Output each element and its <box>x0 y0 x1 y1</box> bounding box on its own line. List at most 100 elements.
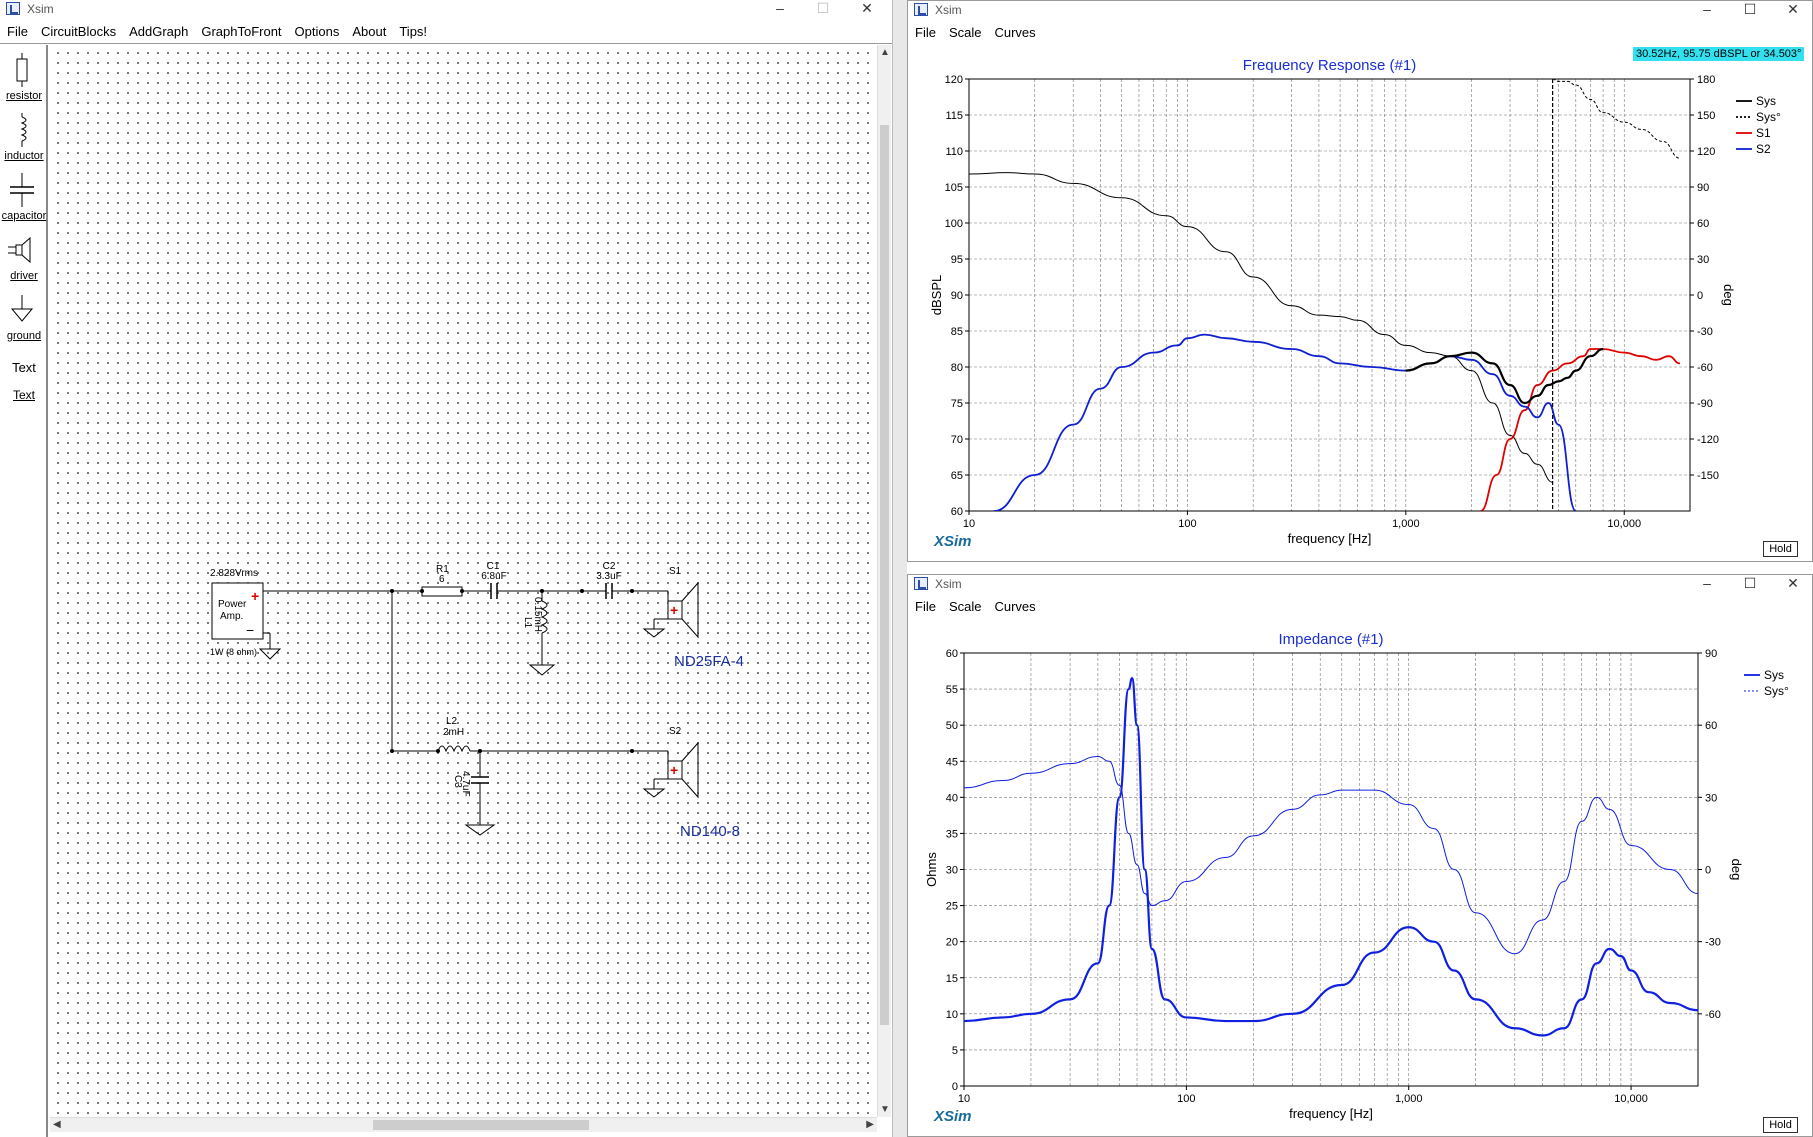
y-tick-label: 50 <box>946 720 958 732</box>
series-line-s1 <box>1480 348 1681 511</box>
y2-axis-label: deg <box>1729 859 1744 881</box>
frequency-response-plot[interactable]: Frequency Response (#1)12011511010510095… <box>908 1 1813 562</box>
y-tick-label: 70 <box>951 434 963 446</box>
y2-tick-label: 180 <box>1697 74 1715 86</box>
x-tick-label: 10 <box>963 518 975 530</box>
legend-label: S2 <box>1756 142 1771 156</box>
tool-label: Text <box>12 388 35 402</box>
series-line-sys <box>964 677 1698 1037</box>
y2-tick-label: 30 <box>1697 254 1709 266</box>
c3-value: 4.7uF <box>460 771 471 797</box>
source-label-power: Power <box>218 599 247 610</box>
x-tick-label: 1,000 <box>1395 1093 1423 1105</box>
menu-file[interactable]: File <box>0 22 34 39</box>
y2-tick-label: 90 <box>1705 648 1717 660</box>
y-axis-label: Ohms <box>924 852 939 887</box>
tool-ground[interactable]: ground <box>0 293 48 342</box>
amp-minus: − <box>246 622 254 638</box>
menu-circuitblocks[interactable]: CircuitBlocks <box>34 22 122 39</box>
scroll-left-icon[interactable]: ◀ <box>53 1119 61 1130</box>
maximize-icon[interactable]: ☐ <box>803 0 843 18</box>
source-power-label: 1W (8 ohm) <box>210 647 257 657</box>
tool-label: capacitor <box>1 210 47 222</box>
r1-value: 6 <box>439 574 445 585</box>
x-tick-label: 10,000 <box>1607 518 1641 530</box>
y-tick-label: 30 <box>946 865 958 877</box>
y-tick-label: 0 <box>952 1081 958 1093</box>
minimize-icon[interactable]: – <box>760 0 800 18</box>
menu-addgraph[interactable]: AddGraph <box>122 22 194 39</box>
c2-value: 3.3uF <box>596 571 622 582</box>
legend-label: Sys° <box>1764 684 1789 698</box>
y-tick-label: 10 <box>946 1009 958 1021</box>
scroll-right-icon[interactable]: ▶ <box>866 1119 874 1130</box>
amp-plus: + <box>251 588 259 604</box>
y2-tick-label: -60 <box>1697 362 1713 374</box>
hold-button[interactable]: Hold <box>1763 541 1798 557</box>
y-tick-label: 15 <box>946 973 958 985</box>
tool-text-link[interactable]: Text <box>0 388 48 402</box>
l2-name: L2 <box>446 716 458 727</box>
menu-about[interactable]: About <box>345 22 392 39</box>
y-tick-label: 5 <box>952 1045 958 1057</box>
scroll-up-icon[interactable]: ▲ <box>880 47 890 58</box>
impedance-window: Xsim – ☐ ✕ File Scale Curves Impedance (#1… <box>907 574 1813 1137</box>
y-tick-label: 55 <box>946 684 958 696</box>
x-tick-label: 100 <box>1177 1093 1195 1105</box>
menu-tips[interactable]: Tips! <box>392 22 433 39</box>
y-tick-label: 45 <box>946 756 958 768</box>
y-tick-label: 35 <box>946 828 958 840</box>
y-tick-label: 110 <box>945 146 963 158</box>
y2-tick-label: -150 <box>1697 470 1719 482</box>
close-icon[interactable]: ✕ <box>847 0 887 18</box>
l2-value: 2mH <box>443 727 464 738</box>
chart-title: Frequency Response (#1) <box>1243 57 1416 74</box>
y-tick-label: 60 <box>951 506 963 518</box>
circuit-canvas[interactable]: 2.828Vrms Power Amp. 1W (8 ohm) R1 6 C1 … <box>50 45 877 1117</box>
xsim-app-icon <box>6 2 20 15</box>
y-tick-label: 120 <box>945 74 963 86</box>
y2-tick-label: 60 <box>1697 218 1709 230</box>
y-tick-label: 90 <box>951 290 963 302</box>
scroll-thumb[interactable] <box>880 125 889 1025</box>
y-tick-label: 105 <box>945 182 963 194</box>
tool-label: ground <box>6 330 42 342</box>
hscroll-thumb[interactable] <box>373 1120 589 1130</box>
menu-options[interactable]: Options <box>288 22 346 39</box>
chart-title: Impedance (#1) <box>1278 631 1383 648</box>
circuit-titlebar[interactable]: Xsim – ☐ ✕ <box>0 0 892 18</box>
tool-inductor[interactable]: inductor <box>0 113 48 162</box>
tool-text[interactable]: Text <box>0 360 48 375</box>
text-tool-label: Text <box>12 360 36 375</box>
tool-driver[interactable]: driver <box>0 233 48 282</box>
legend-label: Sys° <box>1756 110 1781 124</box>
s2-model-label: ND140-8 <box>680 823 740 840</box>
series-line-sys <box>1405 347 1604 405</box>
tool-capacitor[interactable]: capacitor <box>0 173 48 222</box>
y2-tick-label: 120 <box>1697 146 1715 158</box>
y-tick-label: 60 <box>946 648 958 660</box>
hold-button[interactable]: Hold <box>1763 1117 1798 1133</box>
speaker-icon <box>8 236 31 264</box>
y2-tick-label: 90 <box>1697 182 1709 194</box>
window-title: Xsim <box>27 2 54 16</box>
y-tick-label: 80 <box>951 362 963 374</box>
desktop-gap <box>893 0 907 1137</box>
schematic: 2.828Vrms Power Amp. 1W (8 ohm) R1 6 C1 … <box>210 561 744 840</box>
x-axis-label: frequency [Hz] <box>1288 531 1372 546</box>
menu-graphtofront[interactable]: GraphToFront <box>194 22 287 39</box>
legend-label: Sys <box>1756 94 1776 108</box>
y-tick-label: 115 <box>945 110 963 122</box>
l1-value: 0.15mH <box>532 597 543 632</box>
scroll-down-icon[interactable]: ▼ <box>880 1104 890 1115</box>
y2-tick-label: 60 <box>1705 720 1717 732</box>
series-line-sys-deg <box>1552 79 1681 159</box>
y2-tick-label: -90 <box>1697 398 1713 410</box>
impedance-plot[interactable]: Impedance (#1)60555045403530252015105090… <box>908 575 1813 1137</box>
vertical-scrollbar[interactable]: ▲ ▼ <box>877 45 891 1117</box>
l1-name: L1 <box>522 617 533 629</box>
inductor-icon <box>20 113 27 147</box>
y-tick-label: 20 <box>946 937 958 949</box>
horizontal-scrollbar[interactable]: ◀ ▶ <box>50 1117 877 1132</box>
tool-resistor[interactable]: resistor <box>0 53 48 102</box>
